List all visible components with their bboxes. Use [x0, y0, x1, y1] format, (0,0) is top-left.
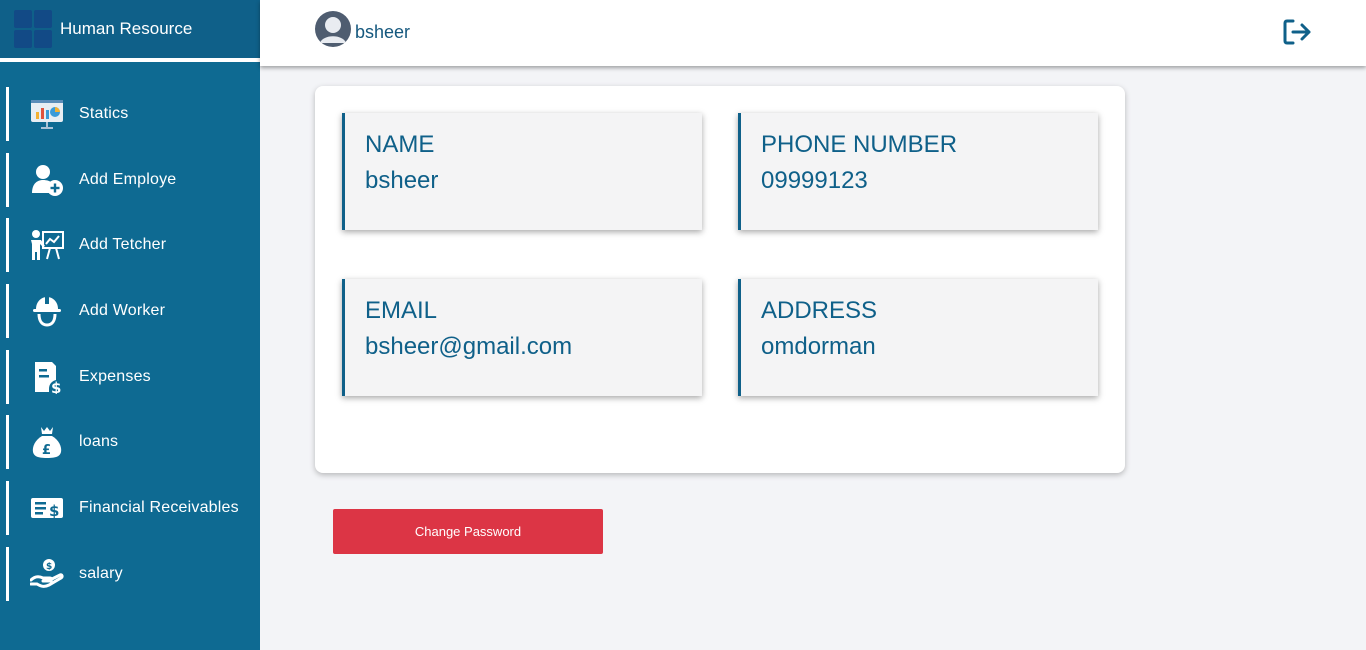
hand-coin-icon: $	[30, 557, 64, 591]
teacher-board-icon	[30, 228, 64, 262]
sidebar-item-expenses[interactable]: $ Expenses	[0, 349, 260, 404]
sidebar-item-financial-receivables[interactable]: $ Financial Receivables	[0, 481, 260, 536]
name-label: NAME	[365, 131, 435, 158]
address-value: omdorman	[761, 333, 876, 360]
sidebar-item-add-tetcher[interactable]: Add Tetcher	[0, 218, 260, 273]
svg-text:$: $	[49, 502, 59, 520]
address-field: ADDRESS omdorman	[738, 279, 1098, 396]
app-logo-icon	[14, 10, 52, 48]
name-value: bsheer	[365, 167, 439, 194]
name-field: NAME bsheer	[342, 113, 702, 230]
presentation-chart-icon	[30, 97, 64, 131]
avatar[interactable]	[315, 11, 351, 47]
svg-text:£: £	[42, 443, 51, 458]
app-title: Human Resource	[60, 19, 193, 38]
svg-text:$: $	[51, 379, 61, 394]
add-user-icon	[30, 163, 64, 197]
sidebar-item-loans[interactable]: £ loans	[0, 415, 260, 470]
phone-label: PHONE NUMBER	[761, 131, 958, 158]
phone-field: PHONE NUMBER 09999123	[738, 113, 1098, 230]
sidebar-item-add-employe[interactable]: Add Employe	[0, 152, 260, 207]
logout-icon[interactable]	[1282, 18, 1312, 46]
invoice-dollar-icon: $	[30, 360, 64, 394]
address-label: ADDRESS	[761, 297, 878, 324]
brand: Human Resource	[0, 0, 260, 62]
sidebar-nav: Statics Add Employe Add Tetcher Add Work…	[0, 87, 260, 613]
sidebar-item-label: Add Tetcher	[79, 236, 167, 254]
dollar-cheque-icon: $	[30, 491, 64, 525]
sidebar-item-label: salary	[79, 564, 123, 582]
top-header: bsheer	[260, 0, 1366, 66]
profile-card: NAME bsheer PHONE NUMBER 09999123 EMAIL …	[315, 86, 1125, 473]
email-value: bsheer@gmail.com	[365, 333, 573, 360]
sidebar: Human Resource Statics Add Employe Add T…	[0, 0, 260, 650]
sidebar-item-label: Add Employe	[79, 170, 177, 188]
worker-helmet-icon	[30, 294, 64, 328]
sidebar-item-label: loans	[79, 433, 119, 451]
change-password-button[interactable]: Change Password	[333, 509, 603, 554]
sidebar-item-label: Add Worker	[79, 302, 166, 320]
sidebar-item-label: Financial Receivables	[79, 499, 239, 517]
email-label: EMAIL	[365, 297, 438, 324]
svg-text:$: $	[46, 562, 52, 572]
sidebar-item-add-worker[interactable]: Add Worker	[0, 284, 260, 339]
sidebar-item-salary[interactable]: $ salary	[0, 546, 260, 601]
email-field: EMAIL bsheer@gmail.com	[342, 279, 702, 396]
header-username: bsheer	[355, 22, 411, 42]
sidebar-item-label: Statics	[79, 105, 129, 122]
sidebar-item-label: Expenses	[79, 367, 151, 385]
money-bag-icon: £	[30, 425, 64, 459]
phone-value: 09999123	[761, 167, 868, 194]
sidebar-item-statics[interactable]: Statics	[0, 87, 260, 141]
